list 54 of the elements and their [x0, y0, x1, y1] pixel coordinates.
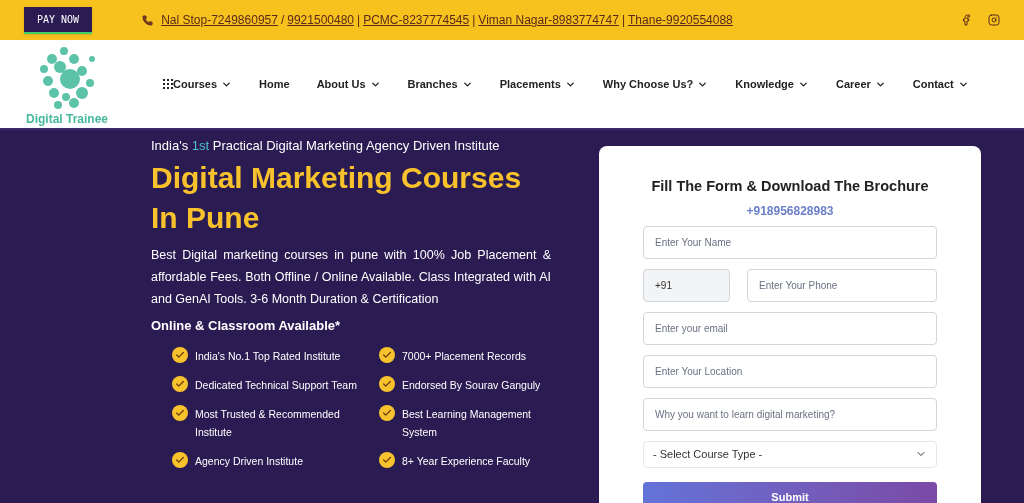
country-code-field[interactable]: +91 [643, 268, 730, 302]
separator-text: / [280, 12, 285, 29]
check-icon [172, 376, 188, 392]
check-icon [379, 452, 395, 468]
phone-link[interactable]: Nal Stop-7249860957 [161, 11, 278, 29]
hero-description: Best Digital marketing courses in pune with 100% Job Placement & affordable Fees. Both Offline / Online Available. Class Integrated with AI and GenAI Tools. 3-6 Month Duration & Certification [151, 246, 551, 308]
course-select[interactable]: - Select Course Type - [643, 440, 937, 468]
submit-button[interactable]: Submit [643, 481, 937, 503]
phone-icon [142, 14, 154, 26]
feature-text: Endorsed By Sourav Ganguly [402, 378, 541, 393]
nav-item[interactable]: Career [835, 75, 886, 93]
phone-link[interactable]: PCMC-8237774545 [363, 11, 470, 29]
check-icon [379, 347, 395, 363]
nav-item[interactable]: Knowledge [735, 75, 809, 93]
feature-text: 7000+ Placement Records [402, 349, 527, 364]
form-phone-link[interactable]: +918956828983 [746, 201, 834, 220]
name-field[interactable]: Enter Your Name [643, 225, 937, 259]
feature-text: Best Learning Management System [402, 407, 532, 440]
facebook-icon[interactable] [960, 14, 972, 26]
check-icon [172, 347, 188, 363]
form-title: Fill The Form & Download The Brochure [651, 177, 929, 196]
reason-field[interactable]: Why you want to learn digital marketing? [643, 397, 937, 431]
email-field[interactable]: Enter your email [643, 311, 937, 345]
nav-item[interactable]: Home [259, 75, 290, 93]
nav-item[interactable]: Placements [499, 75, 576, 93]
feature-text: 8+ Year Experience Faculty [402, 454, 531, 469]
check-icon [172, 452, 188, 468]
feature-text: Dedicated Technical Support Team [195, 378, 357, 393]
nav-item[interactable]: About Us [316, 75, 381, 93]
phone-link[interactable]: Viman Nagar-8983774747 [478, 11, 619, 29]
hero-subtitle: Online & Classroom Available* [151, 316, 342, 335]
grid-icon [163, 79, 174, 89]
check-icon [172, 405, 188, 421]
location-field[interactable]: Enter Your Location [643, 354, 937, 388]
separator-text: | [357, 12, 361, 29]
logo-text: Digital Trainee [26, 113, 109, 125]
pay-now-button[interactable]: PAY NOW [24, 6, 93, 34]
instagram-icon[interactable] [988, 14, 1000, 26]
feature-text: Most Trusted & Recommended Institute [195, 407, 341, 440]
hero-title: Digital Marketing Courses In Pune [151, 159, 523, 236]
phone-link[interactable]: 9921500480 [287, 11, 354, 29]
nav-item[interactable]: Why Choose Us? [602, 75, 709, 93]
tagline: India's 1st Practical Digital Marketing Agency Driven Institute [151, 137, 501, 155]
nav-item[interactable]: Branches [407, 75, 473, 93]
phone-link[interactable]: Thane-9920554088 [628, 11, 733, 29]
nav-item[interactable]: Contact [912, 75, 969, 93]
feature-text: Agency Driven Institute [195, 454, 303, 469]
check-icon [379, 376, 395, 392]
separator-text: | [472, 12, 476, 29]
nav-item[interactable]: Courses [163, 75, 233, 93]
phone-field[interactable]: Enter Your Phone [747, 268, 937, 302]
feature-text: India's No.1 Top Rated Institute [195, 349, 341, 364]
separator-text: | [621, 12, 626, 29]
check-icon [379, 405, 395, 421]
